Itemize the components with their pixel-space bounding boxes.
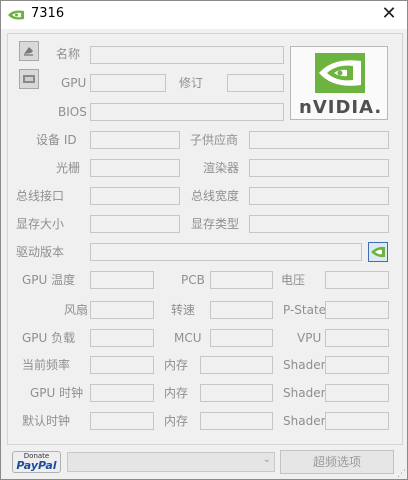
mem-size-field [90,215,180,233]
mem-type-field [249,215,389,233]
label-cur-memory: 内存 [164,358,189,372]
gpu-field [90,74,166,92]
subvendor-field [249,131,389,149]
chevron-down-icon: ⌄ [262,454,271,465]
nvidia-driver-icon[interactable] [368,242,388,262]
label-shaders: 渲染器 [203,161,240,175]
label-default-shader: Shader [283,414,326,428]
gpu-select-dropdown[interactable]: ⌄ [67,452,275,472]
label-gpu-load: GPU 负载 [22,331,76,345]
label-pcb: PCB [181,273,205,287]
label-name: 名称 [56,47,81,61]
label-default-memory: 内存 [164,414,189,428]
mcu-field [210,329,273,347]
driver-version-field [90,243,362,261]
vpu-field [325,329,389,347]
label-subvendor: 子供应商 [190,133,239,147]
gpu-memory-field [200,384,273,402]
rpm-field [210,301,273,319]
label-gpu: GPU [61,76,87,90]
default-clock-field [90,412,154,430]
rops-field [90,159,180,177]
label-rpm: 转速 [171,303,196,317]
window-title: 7316 [31,6,65,21]
label-revision: 修订 [179,76,204,90]
label-cur-clock: 当前频率 [22,358,71,372]
label-gpu-temp: GPU 温度 [22,273,76,287]
voltage-field [325,271,389,289]
overclock-options-button[interactable]: 超频选项 [280,450,394,474]
title-bar: 7316 ✕ [1,1,407,29]
label-device-id: 设备 ID [36,133,77,147]
close-icon[interactable]: ✕ [375,3,403,27]
gpu-screenshot-icon[interactable] [19,41,39,61]
name-field [90,46,284,64]
resize-grip-icon[interactable]: ⋰ [397,469,406,479]
nvidia-app-icon [7,7,25,26]
label-mcu: MCU [174,331,202,345]
label-pstate: P-State [283,303,327,317]
label-voltage: 电压 [281,273,306,287]
bus-width-field [249,187,389,205]
label-bus-interface: 总线接口 [16,189,65,203]
label-driver-version: 驱动版本 [16,245,65,259]
cur-shader-field [325,356,389,374]
bus-interface-field [90,187,180,205]
label-mem-type: 显存类型 [191,217,240,231]
cur-clock-field [90,356,154,374]
paypal-donate-button[interactable]: Donate PayPal [12,451,61,473]
gpu-shader-field [325,384,389,402]
pcb-field [210,271,273,289]
pstate-field [325,301,389,319]
gpu-chip-icon[interactable] [19,69,39,89]
label-cur-shader: Shader [283,358,326,372]
default-shader-field [325,412,389,430]
logo-brand-text: nVIDIA. [299,97,383,118]
nvidia-logo: nVIDIA. [290,46,388,120]
label-gpu-shader: Shader [283,386,326,400]
label-gpu-clock: GPU 时钟 [30,386,84,400]
label-bus-width: 总线宽度 [191,189,240,203]
revision-field [227,74,284,92]
bios-field [90,103,284,121]
gpu-clock-field [90,384,154,402]
paypal-text: PayPal [16,459,57,472]
label-gpu-memory: 内存 [164,386,189,400]
device-id-field [90,131,180,149]
label-default-clock: 默认时钟 [22,414,71,428]
label-rops: 光栅 [56,161,81,175]
label-fan: 风扇 [64,303,89,317]
shaders-field [249,159,389,177]
main-window: 7316 ✕ 名称 nVIDIA. GPU 修订 BIOS 设备 ID 子供应商… [0,0,408,480]
gpu-load-field [90,329,154,347]
fan-field [90,301,154,319]
label-bios: BIOS [58,105,87,119]
cur-memory-field [200,356,273,374]
label-mem-size: 显存大小 [16,217,65,231]
gpu-temp-field [90,271,154,289]
default-memory-field [200,412,273,430]
label-vpu: VPU [297,331,322,345]
